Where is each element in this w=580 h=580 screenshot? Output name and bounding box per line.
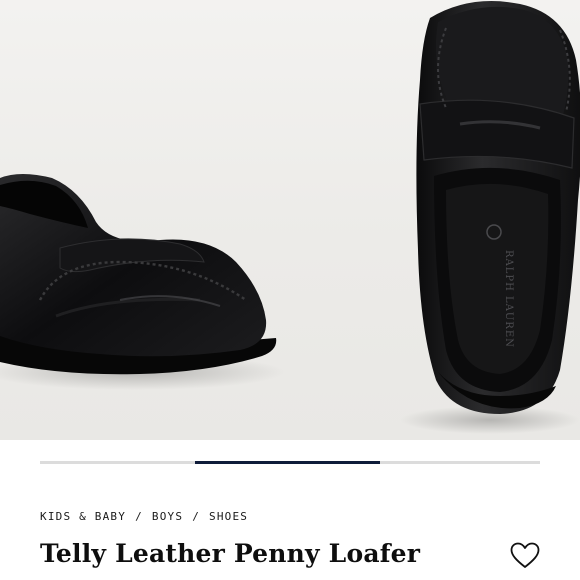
product-title: Telly Leather Penny Loafer xyxy=(40,539,421,568)
gallery-progress-bar xyxy=(40,461,540,464)
breadcrumb: KIDS & BABY / BOYS / SHOES xyxy=(40,510,248,523)
insole-logo-text: RALPH LAUREN xyxy=(503,250,514,348)
breadcrumb-boys[interactable]: BOYS xyxy=(152,510,183,523)
product-photo: RALPH LAUREN xyxy=(0,1,580,434)
breadcrumb-separator: / xyxy=(192,510,201,523)
gallery-progress-indicator xyxy=(195,461,380,464)
breadcrumb-shoes[interactable]: SHOES xyxy=(209,510,248,523)
breadcrumb-kids-baby[interactable]: KIDS & BABY xyxy=(40,510,126,523)
product-image-gallery[interactable]: RALPH LAUREN xyxy=(0,0,580,440)
left-loafer xyxy=(0,174,285,390)
wishlist-button[interactable] xyxy=(508,538,542,572)
right-loafer: RALPH LAUREN xyxy=(400,1,580,434)
heart-outline-icon xyxy=(510,542,540,568)
breadcrumb-separator: / xyxy=(135,510,143,523)
